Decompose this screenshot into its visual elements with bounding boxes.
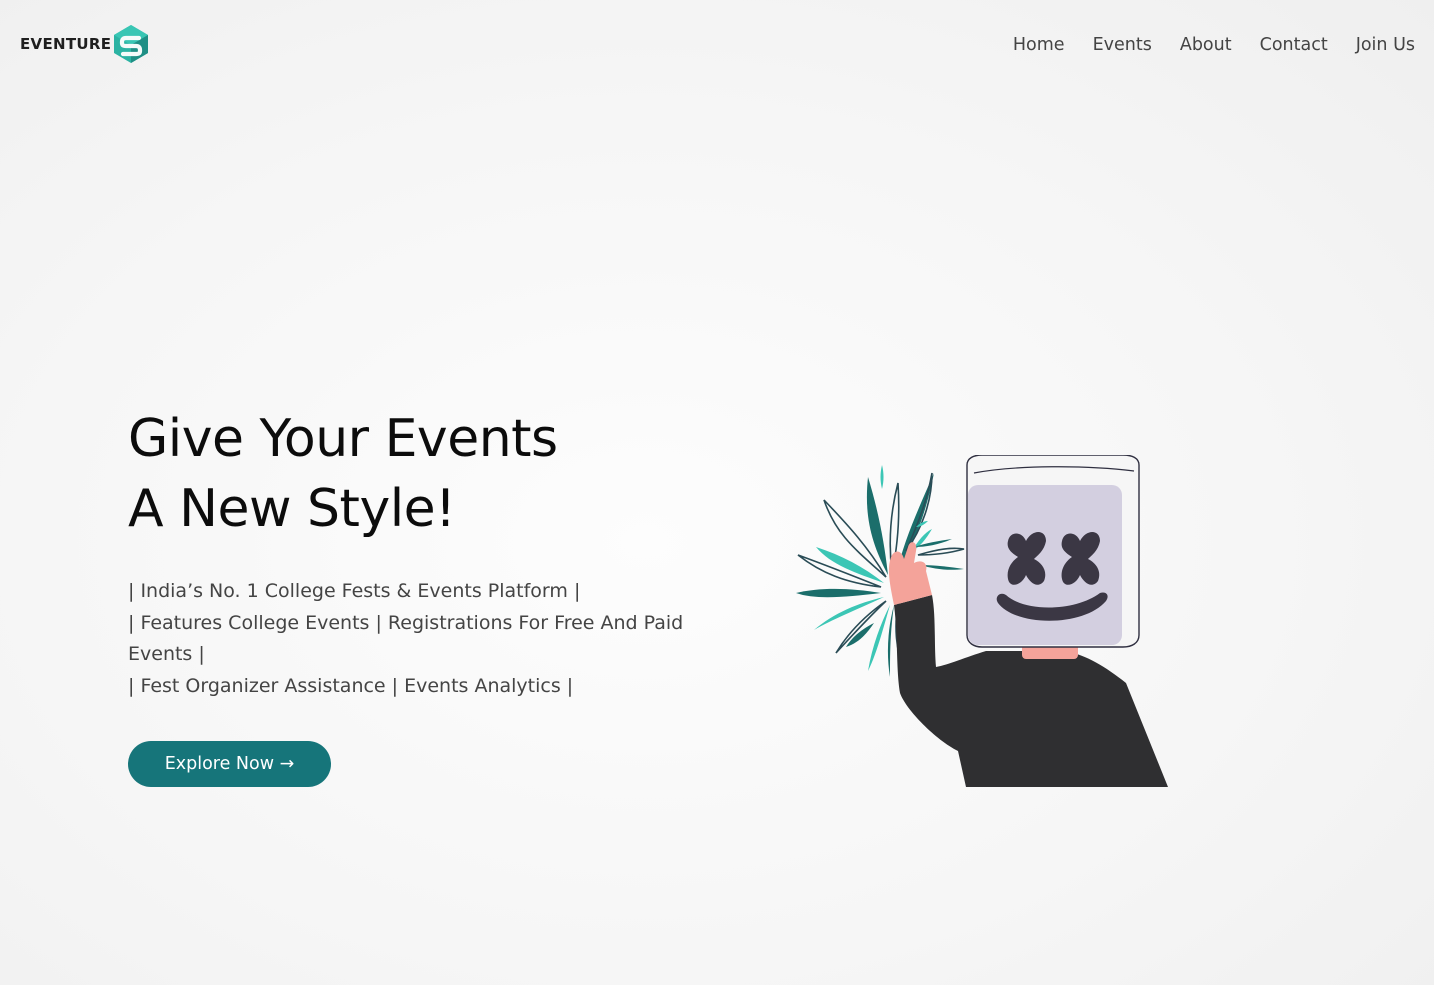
main-nav: Home Events About Contact Join Us [1013, 35, 1415, 55]
hero-description-line-1: | India’s No. 1 College Fests & Events P… [128, 580, 581, 602]
nav-about[interactable]: About [1180, 35, 1232, 55]
nav-events[interactable]: Events [1093, 35, 1152, 55]
hero-title-line-2: A New Style! [128, 479, 456, 539]
marshmello-illustration [796, 455, 1168, 787]
brand-name: EVENTURE [20, 35, 112, 53]
hero-description: | India’s No. 1 College Fests & Events P… [128, 576, 688, 702]
hero-title-line-1: Give Your Events [128, 409, 558, 469]
hero-description-line-3: | Fest Organizer Assistance | Events Ana… [128, 674, 574, 697]
explore-now-button[interactable]: Explore Now → [128, 741, 331, 787]
brand-logo[interactable]: EVENTURE [20, 24, 150, 64]
hero-title: Give Your Events A New Style! [128, 404, 728, 544]
logo-icon [114, 25, 149, 63]
hero-description-line-2: | Features College Events | Registration… [128, 611, 684, 666]
nav-home[interactable]: Home [1013, 35, 1065, 55]
nav-contact[interactable]: Contact [1260, 35, 1328, 55]
top-navbar: EVENTURE Home Events About Contact Join … [0, 0, 1434, 96]
hero-section: Give Your Events A New Style! | India’s … [128, 404, 728, 702]
nav-join-us[interactable]: Join Us [1356, 35, 1415, 55]
firework-burst-icon [796, 465, 965, 677]
